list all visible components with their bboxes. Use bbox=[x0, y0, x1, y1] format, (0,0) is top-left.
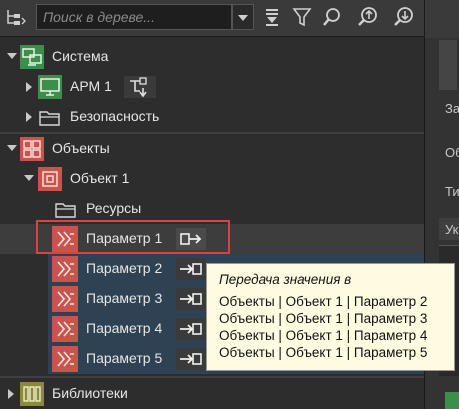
system-node-icon bbox=[20, 45, 44, 69]
tree-node-label: Параметр 2 bbox=[86, 260, 163, 276]
link-output-icon[interactable] bbox=[124, 76, 156, 98]
collapse-arrow-icon[interactable] bbox=[26, 112, 32, 122]
workstation-icon bbox=[38, 75, 62, 99]
panel-label-fragment: За bbox=[445, 101, 459, 116]
link-tooltip: Передача значения в Объекты | Объект 1 |… bbox=[206, 263, 455, 371]
tree-node-label: Объект 1 bbox=[70, 170, 130, 186]
tree-node-label: Параметр 4 bbox=[86, 320, 163, 336]
input-link-icon[interactable] bbox=[176, 258, 206, 280]
panel-label-fragment: Ук bbox=[445, 222, 459, 237]
tree-node-label: Объекты bbox=[52, 140, 110, 156]
sort-down-icon[interactable] bbox=[258, 4, 286, 30]
object-node-icon bbox=[38, 167, 62, 191]
expand-arrow-icon[interactable] bbox=[24, 175, 34, 181]
tree-node-libraries[interactable]: Библиотеки bbox=[0, 379, 424, 409]
collapse-arrow-icon[interactable] bbox=[8, 389, 14, 399]
navigate-up-icon[interactable] bbox=[354, 4, 382, 30]
tree-node-label: Система bbox=[52, 48, 109, 64]
tree-node-arm1[interactable]: АРМ 1 bbox=[0, 72, 424, 102]
objects-node-icon bbox=[20, 137, 44, 161]
tree-node-label: Безопасность bbox=[70, 108, 160, 124]
panel-header bbox=[425, 0, 459, 38]
panel-label-fragment: Об bbox=[445, 145, 459, 160]
selection-highlight-frame bbox=[36, 220, 230, 254]
panel-status bbox=[445, 392, 459, 409]
input-link-icon[interactable] bbox=[176, 318, 206, 340]
expand-arrow-icon[interactable] bbox=[7, 53, 17, 59]
input-link-icon[interactable] bbox=[176, 288, 206, 310]
collapse-arrow-icon[interactable] bbox=[26, 82, 32, 92]
folder-icon bbox=[38, 105, 62, 129]
library-icon bbox=[20, 382, 44, 406]
tree-node-objects[interactable]: Объекты bbox=[0, 134, 424, 164]
search-input[interactable]: Поиск в дереве... bbox=[36, 4, 232, 30]
parameter-icon bbox=[52, 256, 78, 282]
navigate-down-icon[interactable] bbox=[390, 4, 418, 30]
filter-icon[interactable] bbox=[288, 4, 316, 30]
parameter-icon bbox=[52, 316, 78, 342]
divider bbox=[0, 376, 424, 378]
panel-label-fragment: Ти bbox=[445, 184, 459, 199]
zoom-icon[interactable] bbox=[318, 4, 346, 30]
tree-node-label: АРМ 1 bbox=[70, 78, 112, 94]
tree-structure-icon[interactable] bbox=[4, 6, 28, 30]
chevron-down-icon bbox=[238, 15, 248, 21]
tree-node-object1[interactable]: Объект 1 bbox=[0, 164, 424, 194]
tooltip-line: Объекты | Объект 1 | Параметр 3 bbox=[219, 311, 428, 326]
panel-tab[interactable] bbox=[439, 40, 457, 90]
tree-node-label: Параметр 3 bbox=[86, 290, 163, 306]
expand-arrow-icon[interactable] bbox=[7, 145, 17, 151]
toolbar: Поиск в дереве... bbox=[0, 0, 424, 37]
tooltip-line: Объекты | Объект 1 | Параметр 2 bbox=[219, 294, 428, 309]
tree-node-label: Ресурсы bbox=[86, 200, 142, 216]
search-dropdown-button[interactable] bbox=[232, 4, 254, 30]
tree-node-label: Параметр 5 bbox=[86, 350, 163, 366]
parameter-icon bbox=[52, 286, 78, 312]
tooltip-line: Объекты | Объект 1 | Параметр 5 bbox=[219, 345, 428, 360]
tree-node-security[interactable]: Безопасность bbox=[0, 102, 424, 132]
folder-icon bbox=[54, 197, 78, 221]
parameter-icon bbox=[52, 346, 78, 372]
input-link-icon[interactable] bbox=[176, 348, 206, 370]
tooltip-title: Передача значения в bbox=[219, 272, 352, 287]
tree-node-sistema[interactable]: Система bbox=[0, 42, 424, 72]
tooltip-line: Объекты | Объект 1 | Параметр 4 bbox=[219, 328, 428, 343]
tree-node-label: Библиотеки bbox=[52, 385, 128, 401]
